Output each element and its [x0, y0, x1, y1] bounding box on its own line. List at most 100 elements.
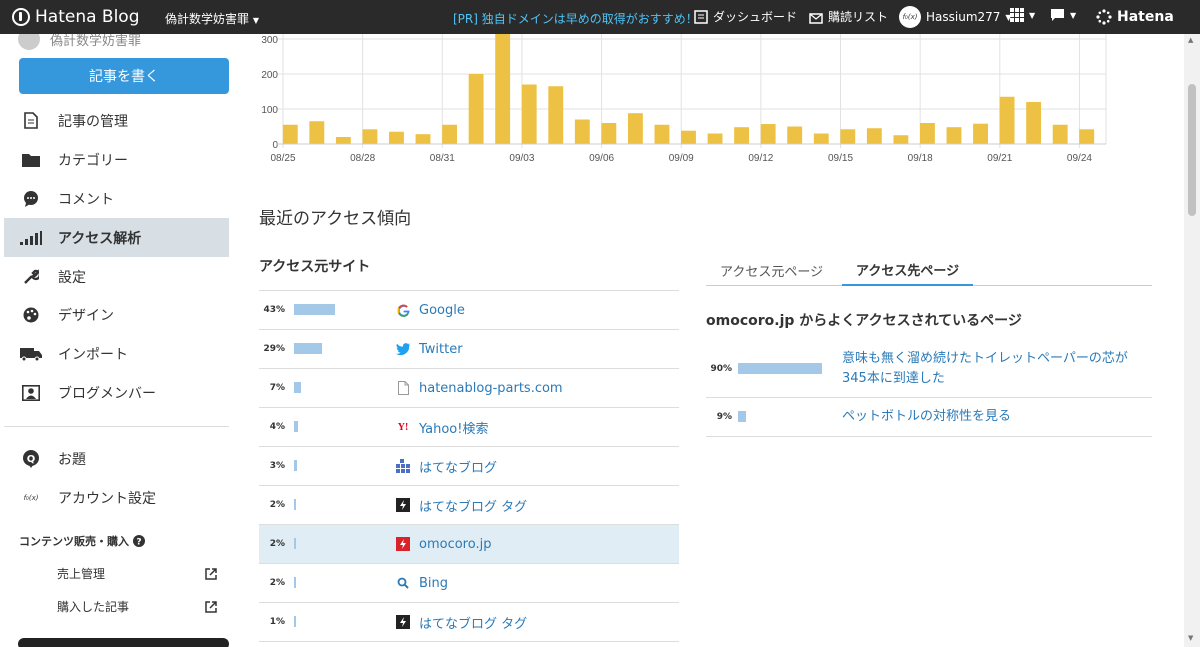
sidebar-bottom-button[interactable]: [18, 638, 229, 647]
sidebar-item-purchased[interactable]: 購入した記事: [57, 598, 217, 615]
apps-menu[interactable]: ▼: [1010, 8, 1035, 22]
svg-text:?: ?: [136, 538, 141, 548]
page-tabs: アクセス元ページ アクセス先ページ: [706, 254, 1152, 286]
table-row[interactable]: 4% Y! Yahoo!検索: [259, 408, 679, 447]
hatena-logo-icon: [12, 8, 30, 26]
sidebar-blog-header[interactable]: 偽計数学妨害罪: [18, 34, 141, 50]
notification-menu[interactable]: ▼: [1050, 8, 1076, 22]
table-row[interactable]: 90% 意味も無く溜め続けたトイレットペーパーの芯が345本に到達した: [706, 340, 1152, 398]
reading-list-icon: [809, 12, 823, 24]
hatena-blog-logo[interactable]: Hatena Blog: [12, 5, 140, 29]
sidebar-item-comment[interactable]: コメント: [4, 179, 229, 218]
wrench-icon: [20, 268, 42, 285]
sidebar-item-sales[interactable]: 売上管理: [57, 565, 217, 582]
hatenablog-icon: [396, 459, 410, 473]
source-link[interactable]: Twitter: [419, 342, 463, 357]
sidebar-divider: [4, 426, 229, 427]
sidebar-item-settings[interactable]: 設定: [4, 257, 229, 296]
y-tick-label: 200: [261, 70, 278, 81]
sidebar-item-import[interactable]: インポート: [4, 334, 229, 373]
percent-label: 43%: [263, 305, 285, 315]
x-tick-label: 09/06: [589, 153, 614, 164]
table-row[interactable]: 7% hatenablog-parts.com: [259, 369, 679, 408]
blog-selector[interactable]: 偽計数学妨害罪 ▼: [165, 10, 259, 27]
table-row[interactable]: 2% はてなブログ タグ: [259, 486, 679, 525]
scroll-up-icon[interactable]: ▲: [1188, 36, 1193, 44]
blog-avatar: [18, 34, 40, 50]
source-link[interactable]: omocoro.jp: [419, 537, 491, 552]
percent-label: 3%: [269, 461, 285, 471]
help-icon[interactable]: ?: [133, 535, 145, 547]
percent-label: 9%: [716, 412, 732, 422]
caret-down-icon: ▼: [1029, 10, 1036, 20]
hatenablog-tag-icon: [396, 615, 410, 629]
tab-destination-page[interactable]: アクセス先ページ: [842, 254, 974, 286]
table-row[interactable]: 1% はてなブログ タグ: [259, 603, 679, 642]
chart-bar: [574, 119, 590, 144]
chart-bar: [335, 137, 351, 144]
source-link[interactable]: はてなブログ タグ: [419, 613, 527, 632]
sidebar: 偽計数学妨害罪 記事を書く 記事の管理 カテゴリー コメント アクセス解析 設定…: [0, 34, 244, 647]
sidebar-item-blog-members[interactable]: ブログメンバー: [4, 373, 229, 412]
page-link[interactable]: 意味も無く溜め続けたトイレットペーパーの芯が345本に到達した: [842, 349, 1142, 389]
access-source-title: アクセス元サイト: [259, 259, 371, 275]
table-row[interactable]: 2% omocoro.jp: [259, 525, 679, 564]
table-row[interactable]: 2% Bing: [259, 564, 679, 603]
table-row[interactable]: 43% Google: [259, 291, 679, 330]
x-tick-label: 08/25: [270, 153, 295, 164]
table-row[interactable]: 3% はてなブログ: [259, 447, 679, 486]
chart-bar: [309, 121, 325, 144]
page-link[interactable]: ペットボトルの対称性を見る: [842, 407, 1142, 427]
pr-link[interactable]: [PR] 独自ドメインは早めの取得がおすすめ！: [453, 10, 698, 27]
x-tick-label: 09/21: [987, 153, 1012, 164]
svg-text:Q: Q: [27, 454, 36, 465]
sidebar-item-label: アクセス解析: [58, 230, 142, 247]
dashboard-link[interactable]: ダッシュボード: [694, 8, 797, 25]
chart-bar: [707, 133, 723, 144]
yahoo-icon: Y!: [397, 421, 409, 433]
speech-bubble-icon: [1051, 9, 1064, 21]
source-link[interactable]: はてなブログ: [419, 457, 497, 476]
page-icon: [396, 381, 410, 395]
reading-list-label: 購読リスト: [828, 10, 889, 24]
sidebar-item-odai[interactable]: Q お題: [4, 439, 229, 478]
sidebar-item-label: 記事の管理: [58, 113, 128, 130]
table-row[interactable]: 29% Twitter: [259, 330, 679, 369]
hatena-label: Hatena: [1117, 9, 1174, 25]
source-link[interactable]: hatenablog-parts.com: [419, 381, 563, 396]
sidebar-item-access-analysis[interactable]: アクセス解析: [4, 218, 229, 257]
chart-bar: [760, 124, 776, 144]
percent-bar-fill: [738, 362, 822, 374]
percent-bar-fill: [294, 499, 296, 510]
write-article-button[interactable]: 記事を書く: [19, 58, 229, 94]
access-bar-chart: 010020030040008/2508/2808/3109/0309/0609…: [261, 34, 1107, 164]
chart-bar: [840, 129, 856, 144]
sidebar-item-articles[interactable]: 記事の管理: [4, 101, 229, 140]
sidebar-item-category[interactable]: カテゴリー: [4, 140, 229, 179]
x-tick-label: 08/28: [350, 153, 375, 164]
source-link[interactable]: Yahoo!検索: [419, 418, 488, 437]
tab-source-page[interactable]: アクセス元ページ: [720, 254, 823, 286]
user-menu[interactable]: f₀(x) Hassium277 ▼: [899, 6, 1012, 28]
percent-label: 90%: [710, 363, 732, 374]
chart-bar: [681, 130, 696, 144]
x-tick-label: 09/12: [748, 153, 773, 164]
sidebar-item-design[interactable]: デザイン: [4, 295, 229, 334]
scrollbar-thumb[interactable]: [1188, 84, 1196, 216]
percent-bar-fill: [294, 616, 296, 627]
destination-page-table: 90% 意味も無く溜め続けたトイレットペーパーの芯が345本に到達した 9% ペットボ…: [706, 340, 1152, 437]
table-row[interactable]: 9% ペットボトルの対称性を見る: [706, 398, 1152, 437]
sidebar-item-label: カテゴリー: [58, 152, 128, 169]
source-link[interactable]: はてなブログ タグ: [419, 496, 527, 515]
source-link[interactable]: Google: [419, 303, 465, 318]
member-icon: [20, 384, 42, 401]
sidebar-item-account-settings[interactable]: f₀(x) アカウント設定: [4, 478, 229, 517]
source-link[interactable]: Bing: [419, 576, 448, 591]
sidebar-item-label: アカウント設定: [58, 490, 156, 507]
scroll-down-icon[interactable]: ▼: [1188, 634, 1193, 642]
hatena-link[interactable]: Hatena: [1096, 9, 1174, 25]
x-tick-label: 08/31: [430, 153, 455, 164]
reading-list-link[interactable]: 購読リスト: [809, 8, 888, 25]
section-title: 最近のアクセス傾向: [259, 209, 412, 229]
scrollbar[interactable]: ▲ ▼: [1184, 34, 1200, 647]
